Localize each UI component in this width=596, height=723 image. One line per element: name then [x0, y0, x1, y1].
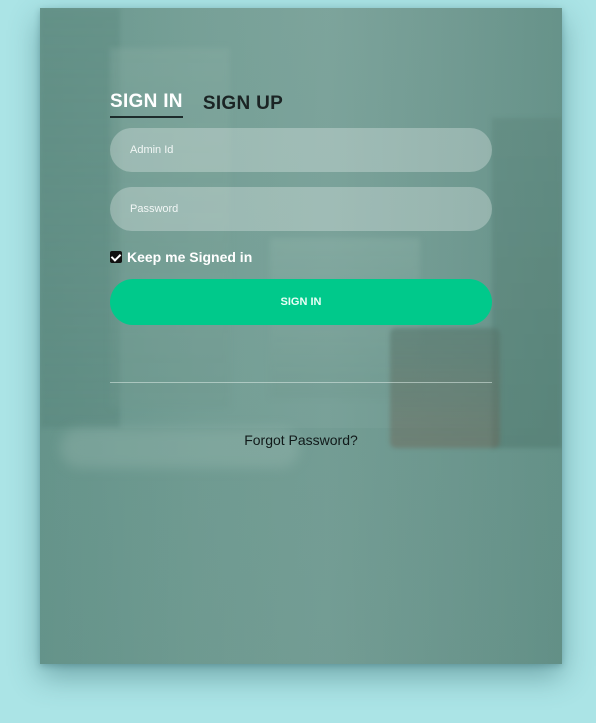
forgot-password-link[interactable]: Forgot Password? [110, 432, 492, 448]
sign-in-button[interactable]: SIGN IN [110, 279, 492, 325]
background-building-right [492, 118, 562, 448]
background-road [40, 428, 562, 664]
tab-sign-up[interactable]: SIGN UP [203, 93, 283, 118]
divider [110, 382, 492, 383]
keep-signed-in-label[interactable]: Keep me Signed in [127, 249, 252, 265]
background-building-left [40, 8, 120, 428]
auth-tabs: SIGN IN SIGN UP [110, 88, 492, 118]
keep-signed-in-row: Keep me Signed in [110, 248, 492, 266]
admin-id-placeholder: Admin Id [130, 144, 174, 156]
password-placeholder: Password [130, 203, 179, 215]
login-card: SIGN IN SIGN UP Admin Id Password Keep m… [40, 8, 562, 664]
admin-id-field[interactable]: Admin Id [110, 128, 492, 172]
keep-signed-in-checkbox[interactable] [110, 251, 122, 263]
password-field[interactable]: Password [110, 187, 492, 231]
login-form: SIGN IN SIGN UP Admin Id Password Keep m… [110, 88, 492, 448]
page-background: SIGN IN SIGN UP Admin Id Password Keep m… [0, 0, 596, 723]
tab-sign-in[interactable]: SIGN IN [110, 91, 183, 118]
